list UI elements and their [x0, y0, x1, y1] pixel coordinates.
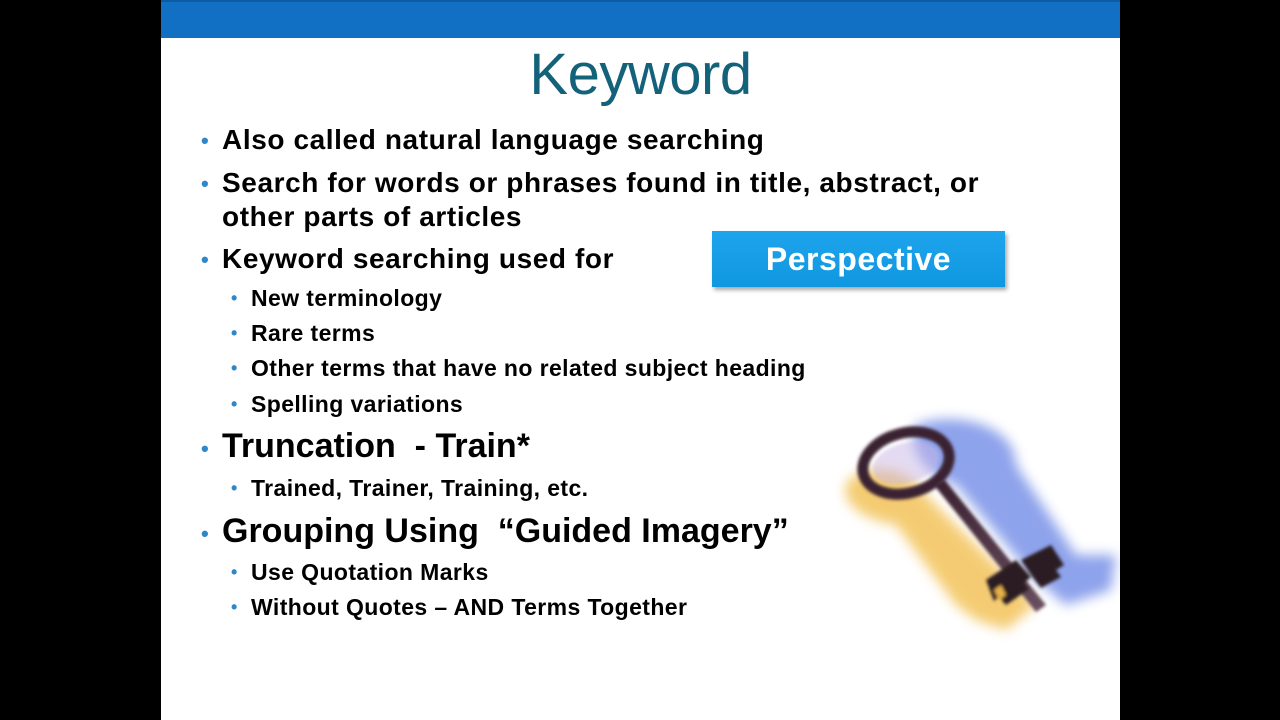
slide-title: Keyword: [529, 42, 752, 107]
bullet-text: Search for words or phrases found in tit…: [222, 167, 980, 198]
bullet-dot-icon: •: [231, 478, 238, 498]
sub-bullet-text: Without Quotes – AND Terms Together: [251, 594, 688, 620]
bullet-text: Grouping Using “Guided Imagery”: [222, 512, 789, 550]
bullet-text: Keyword searching used for: [222, 243, 615, 274]
sub-bullet-text: Use Quotation Marks: [251, 559, 489, 585]
bullet-dot-icon: •: [201, 436, 209, 461]
sub-bullet-text: Trained, Trainer, Training, etc.: [251, 475, 589, 501]
bullet-dot-icon: •: [201, 247, 209, 272]
sub-bullet-text: Rare terms: [251, 320, 376, 346]
bullet-dot-icon: •: [231, 288, 238, 308]
bullet-dot-icon: •: [231, 394, 238, 414]
sub-bullet-text: Other terms that have no related subject…: [251, 355, 806, 381]
bullet-dot-icon: •: [201, 171, 209, 196]
bullet-text: Also called natural language searching: [222, 124, 765, 155]
bullet-dot-icon: •: [231, 562, 238, 582]
slide: Keyword • Also called natural language s…: [161, 0, 1120, 720]
bullet-dot-icon: •: [201, 521, 209, 546]
sub-bullet-text: Spelling variations: [251, 391, 464, 417]
perspective-button[interactable]: Perspective: [712, 231, 1005, 287]
header-bar: [161, 0, 1120, 38]
bullet-dot-icon: •: [201, 128, 209, 153]
bullet-text: Truncation - Train*: [222, 427, 530, 465]
key-icon: [845, 419, 1116, 630]
bullet-dot-icon: •: [231, 323, 238, 343]
bullet-dot-icon: •: [231, 597, 238, 617]
bullet-dot-icon: •: [231, 358, 238, 378]
sub-bullet-text: New terminology: [251, 285, 443, 311]
bullet-text-continuation: other parts of articles: [222, 201, 523, 232]
